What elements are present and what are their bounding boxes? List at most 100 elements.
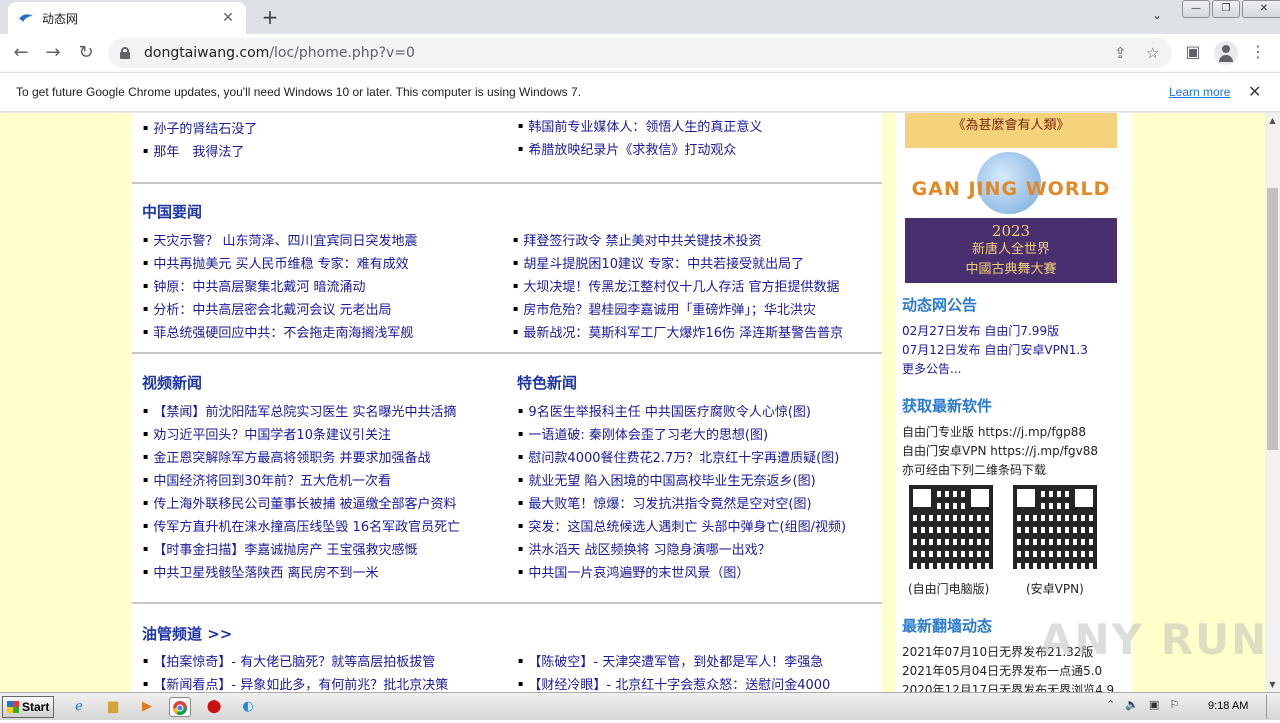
menu-kebab-icon[interactable]: ⋮ [1247,42,1269,61]
news-link[interactable]: 韩国前专业媒体人：领悟人生的真正意义 [518,114,868,137]
news-link[interactable]: 最新战况：莫斯科军工厂大爆炸16伤 泽连斯基警告普京 [513,320,849,343]
page-scrollbar[interactable]: ▲ ▼ [1265,113,1280,692]
news-link[interactable]: 希腊放映纪录片《求救信》打动观众 [518,137,868,160]
chrome-taskbar-icon[interactable] [169,697,191,717]
edge-icon[interactable]: ◐ [237,697,259,717]
top-links-right: 韩国前专业媒体人：领悟人生的真正意义 希腊放映纪录片《求救信》打动观众 [518,114,868,160]
news-link[interactable]: 中共国一片哀鸿遍野的末世风景（图） [518,560,850,583]
news-link[interactable]: 劝习近平回头？中国学者10条建议引关注 [143,422,493,445]
news-link[interactable]: 一语道破: 秦刚体会歪了习老大的思想(图) [518,422,850,445]
news-link[interactable]: 那年 我得法了 [143,139,483,162]
announcement-link[interactable]: 07月12日发布 自由门安卓VPN1.3 [902,341,1088,358]
gan-jing-world-banner[interactable]: 《為甚麼會有人類》 GAN JING WORLD 2023 新唐人全世界 中國古… [905,113,1117,283]
news-link[interactable]: 中共卫星残骸坠落陕西 离民房不到一米 [143,560,493,583]
taskbar-clock[interactable]: 9:18 AM [1208,700,1248,712]
news-link[interactable]: 【新闻看点】- 异象如此多，有何前兆？批北京决策 [143,672,473,692]
china-news-title[interactable]: 中国要闻 [142,201,202,222]
page-viewport: 孙子的肾结石没了 那年 我得法了 韩国前专业媒体人：领悟人生的真正意义 希腊放映… [0,113,1265,692]
network-icon[interactable]: ▣ [1149,698,1159,711]
firewall-item[interactable]: 2020年12月17日无界发布无界浏览4.9 [902,681,1114,692]
youtube-channel-title[interactable]: 油管频道 >> [142,623,232,644]
side-panel-icon[interactable]: ▣ [1182,42,1204,61]
software-title[interactable]: 获取最新软件 [902,395,992,416]
news-link[interactable]: 拜登签行政令 禁止美对中共关键技术投资 [513,228,849,251]
banner-line: 中國古典舞大賽 [965,262,1057,277]
news-link[interactable]: 【财经冷眼】- 北京红十字会惹众怒：送慰问金4000 [518,672,848,692]
profile-avatar[interactable] [1214,41,1238,65]
windows-taskbar: Start ℯ ▆ ▶ ⬤ ◐ ⌃ 🔈 ▣ ⚐ 9:18 AM [0,692,1280,720]
action-center-flag-icon[interactable]: ⚐ [1169,698,1179,711]
infobar-close-icon[interactable]: ✕ [1248,82,1261,101]
news-link[interactable]: 【时事金扫描】李嘉诚抛房产 王宝强救灾感慨 [143,537,493,560]
firewall-item[interactable]: 2021年05月04日无界发布一点通5.0 [902,662,1102,679]
tray-expand-icon[interactable]: ⌃ [1106,698,1115,711]
news-link[interactable]: 【陈破空】- 天津突遭军管，到处都是军人！李强急 [518,649,848,672]
new-tab-button[interactable]: + [258,5,282,29]
featured-news-title[interactable]: 特色新闻 [517,372,577,393]
media-player-icon[interactable]: ▶ [136,697,158,717]
learn-more-link[interactable]: Learn more [1169,85,1230,99]
browser-tab[interactable]: 动态网 ✕ [8,2,246,34]
forward-arrow-icon[interactable]: → [41,41,65,65]
video-news-title[interactable]: 视频新闻 [142,372,202,393]
banner-brand: GAN JING WORLD [911,178,1111,200]
maximize-button[interactable]: ❐ [1212,0,1240,18]
news-link[interactable]: 突发：这国总统候选人遇刺亡 头部中弹身亡(组图/视频) [518,514,850,537]
tab-strip: 动态网 ✕ + ⌄ — ❐ ✕ [0,0,1280,34]
reload-icon[interactable]: ↻ [74,41,98,65]
more-announcements-link[interactable]: 更多公告... [902,360,961,377]
news-link[interactable]: 中共再抛美元 买人民币维稳 专家：难有成效 [143,251,483,274]
news-link[interactable]: 传军方直升机在涞水撞高压线坠毁 16名军政官员死亡 [143,514,493,537]
banner-year: 2023 [991,222,1031,240]
news-link[interactable]: 金正恩突解除军方最高将领职务 并要求加强备战 [143,445,493,468]
tab-search-chevron-icon[interactable]: ⌄ [1152,8,1162,22]
news-link[interactable]: 【拍案惊奇】- 有大佬已脑死？就等高层拍板拔管 [143,649,473,672]
announcement-title[interactable]: 动态网公告 [902,294,977,315]
tab-close-icon[interactable]: ✕ [220,10,236,26]
scroll-thumb[interactable] [1267,188,1278,450]
top-links-left: 孙子的肾结石没了 那年 我得法了 [143,116,483,162]
firewall-news-title[interactable]: 最新翻墙动态 [902,615,992,636]
news-link[interactable]: 孙子的肾结石没了 [143,116,483,139]
back-arrow-icon[interactable]: ← [9,41,33,65]
china-news-left: 天灾示警？ 山东菏泽、四川宜宾同日突发地震 中共再抛美元 买人民币维稳 专家：难… [143,228,483,343]
news-link[interactable]: 就业无望 陷入困境的中国高校毕业生无奈返乡(图) [518,468,850,491]
news-link[interactable]: 慰问款4000餐住费花2.7万？北京红十字再遭质疑(图) [518,445,850,468]
infobar-message: To get future Google Chrome updates, you… [16,85,582,99]
software-link[interactable]: 自由门安卓VPN https://j.mp/fgv88 [902,442,1098,459]
news-link[interactable]: 菲总统强硬回应中共：不会拖走南海搁浅军舰 [143,320,483,343]
news-link[interactable]: 天灾示警？ 山东菏泽、四川宜宾同日突发地震 [143,228,483,251]
qr-instruction: 亦可经由下列二维条码下载 [902,463,1047,477]
news-link[interactable]: 钟原：中共高层聚集北戴河 暗流涌动 [143,274,483,297]
news-link[interactable]: 【禁闻】前沈阳陆军总院实习医生 实名曝光中共活摘 [143,399,493,422]
tab-title: 动态网 [42,11,79,26]
scroll-up-arrow-icon[interactable]: ▲ [1265,113,1280,128]
internet-explorer-icon[interactable]: ℯ [68,697,90,717]
show-desktop-button[interactable] [1266,695,1278,719]
start-button[interactable]: Start [2,696,54,718]
share-icon[interactable]: ⇪ [1114,44,1127,62]
news-link[interactable]: 传上海外联移民公司董事长被捕 被逼缴全部客户资料 [143,491,493,514]
news-link[interactable]: 洪水滔天 战区频换将 习隐身演哪一出戏？ [518,537,850,560]
news-link[interactable]: 中国经济将回到30年前？五大危机一次看 [143,468,493,491]
url-host: dongtaiwang.com [144,45,270,61]
news-link[interactable]: 最大败笔！惊爆：习发抗洪指令竟然是空对空(图) [518,491,850,514]
file-explorer-icon[interactable]: ▆ [102,697,124,717]
scroll-down-arrow-icon[interactable]: ▼ [1265,677,1280,692]
news-link[interactable]: 分析：中共高层密会北戴河会议 元老出局 [143,297,483,320]
minimize-button[interactable]: — [1182,0,1210,18]
browser-toolbar: ← → ↻ dongtaiwang.com/loc/phome.php?v=0 … [0,34,1280,72]
news-link[interactable]: 胡星斗提脱困10建议 专家：中共若接受就出局了 [513,251,849,274]
address-bar[interactable]: dongtaiwang.com/loc/phome.php?v=0 ⇪ ☆ [108,38,1172,68]
announcement-link[interactable]: 02月27日发布 自由门7.99版 [902,322,1059,339]
software-link[interactable]: 自由门专业版 https://j.mp/fgp88 [902,423,1086,440]
news-link[interactable]: 房市危殆？碧桂园李嘉诚用「重磅炸弹」；华北洪灾 [513,297,849,320]
banner-headline: 《為甚麼會有人類》 [905,113,1117,148]
opera-icon[interactable]: ⬤ [203,697,225,717]
bookmark-star-icon[interactable]: ☆ [1146,44,1159,62]
news-link[interactable]: 9名医生举报科主任 中共国医疗腐败令人心惊(图) [518,399,850,422]
lock-icon[interactable] [120,47,130,59]
news-link[interactable]: 大坝决堤！传黑龙江整村仅十几人存活 官方拒提供数据 [513,274,849,297]
speaker-icon[interactable]: 🔈 [1125,698,1139,711]
close-window-button[interactable]: ✕ [1242,0,1280,18]
